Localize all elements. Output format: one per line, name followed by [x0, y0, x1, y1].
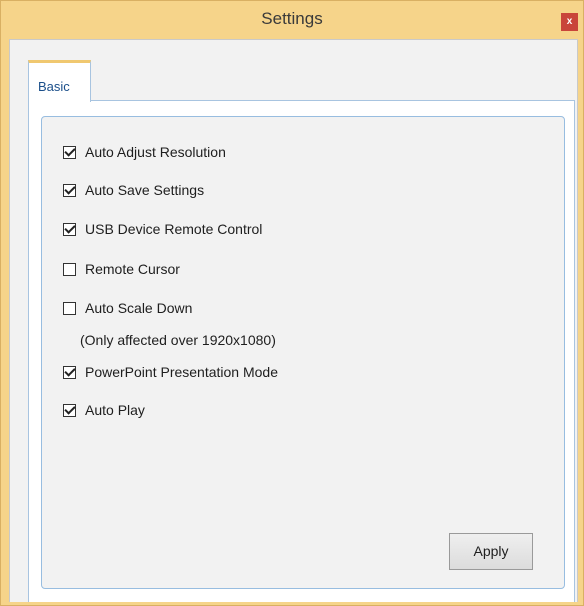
checkmark-icon [64, 182, 76, 195]
auto-scale-down-label: Auto Scale Down [85, 300, 193, 316]
powerpoint-presentation-mode-label: PowerPoint Presentation Mode [85, 364, 278, 380]
remote-cursor-label: Remote Cursor [85, 261, 180, 277]
basic-tab-panel: Auto Adjust Resolution Auto Save Setting… [28, 100, 575, 602]
tab-basic[interactable]: Basic [28, 60, 91, 102]
apply-button[interactable]: Apply [449, 533, 533, 570]
auto-save-settings-label: Auto Save Settings [85, 182, 205, 198]
auto-play-checkbox[interactable] [63, 402, 76, 417]
close-button[interactable]: x [561, 13, 578, 31]
powerpoint-presentation-mode-checkbox[interactable] [63, 364, 76, 379]
checkmark-icon [64, 364, 76, 377]
auto-scale-down-option[interactable]: Auto Scale Down [63, 299, 192, 317]
window-client-area: Basic Auto Adjust Resolution Auto Save S… [9, 39, 578, 602]
settings-window: Settings x Basic Auto Adjust Resolution … [0, 0, 584, 606]
remote-cursor-option[interactable]: Remote Cursor [63, 260, 180, 278]
remote-cursor-checkbox[interactable] [63, 262, 76, 276]
title-bar[interactable]: Settings x [1, 1, 583, 39]
auto-adjust-resolution-checkbox[interactable] [63, 144, 76, 159]
auto-save-settings-option[interactable]: Auto Save Settings [63, 181, 204, 199]
auto-adjust-resolution-label: Auto Adjust Resolution [85, 144, 226, 160]
window-title: Settings [261, 9, 323, 28]
auto-play-label: Auto Play [85, 402, 145, 418]
auto-adjust-resolution-option[interactable]: Auto Adjust Resolution [63, 143, 226, 161]
usb-device-remote-control-checkbox[interactable] [63, 221, 76, 236]
powerpoint-presentation-mode-option[interactable]: PowerPoint Presentation Mode [63, 363, 278, 381]
options-group: Auto Adjust Resolution Auto Save Setting… [41, 116, 565, 589]
tab-basic-label: Basic [38, 79, 70, 94]
usb-device-remote-control-option[interactable]: USB Device Remote Control [63, 220, 262, 238]
auto-save-settings-checkbox[interactable] [63, 182, 76, 197]
checkmark-icon [64, 402, 76, 415]
checkmark-icon [64, 221, 76, 234]
auto-scale-down-checkbox[interactable] [63, 301, 76, 315]
auto-play-option[interactable]: Auto Play [63, 401, 145, 419]
checkmark-icon [64, 144, 76, 157]
auto-scale-down-note: (Only affected over 1920x1080) [80, 332, 276, 348]
usb-device-remote-control-label: USB Device Remote Control [85, 221, 263, 237]
